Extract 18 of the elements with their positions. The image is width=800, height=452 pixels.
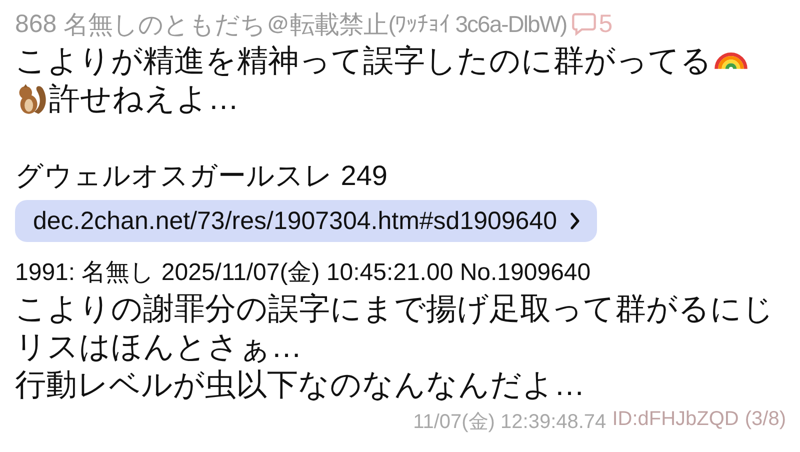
comment-text: こよりが精進を精神って誤字したのに群がってる [15, 42, 712, 80]
quote-text: 行動レベルが虫以下なのなんなんだよ… [15, 366, 585, 404]
quote-text: こよりの謝罪分の誤字にまで揚げ足取って群がるにじ [15, 290, 774, 328]
poster-name: 名無しのともだち＠転載禁止 [64, 10, 388, 40]
link-chip[interactable]: dec.2chan.net/73/res/1907304.htm#sd1909640 [15, 200, 598, 242]
thread-title: グウェルオスガールスレ 249 [15, 159, 388, 193]
quote-text: リスはほんとさぁ… [15, 328, 302, 366]
quote-header: 1991: 名無し 2025/11/07(金) 10:45:21.00 No.1909640 [15, 258, 591, 288]
post-position: (3/8) [744, 408, 786, 432]
post-number: 868 [15, 10, 57, 38]
timestamp: 11/07(金) 12:39:48.74 [413, 410, 606, 435]
speech-bubble-icon [570, 11, 597, 37]
chevron-icon [569, 211, 582, 231]
reply-count: 5 [598, 10, 613, 38]
poster-id: ID:dFHJbZQD [612, 408, 739, 432]
rainbow-icon [714, 52, 748, 70]
poster-tag: (ﾜｯﾁｮｲ 3c6a-DlbW) [388, 10, 567, 38]
comment-text: 許せねえよ… [49, 80, 239, 118]
